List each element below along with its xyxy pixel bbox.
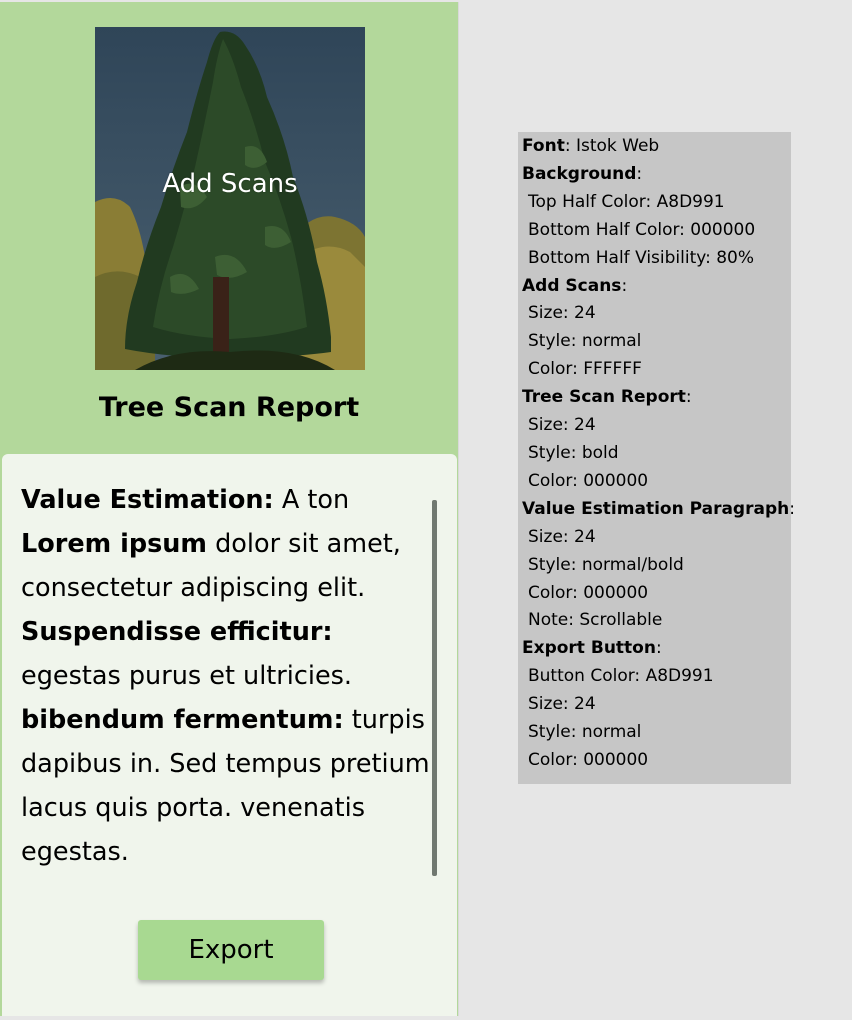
value-estimation-card: Value Estimation: A ton Lorem ipsum dolo… <box>2 454 457 1016</box>
spec-item: Color: FFFFFF <box>528 359 642 380</box>
spec-item: Bottom Half Visibility: 80% <box>528 247 754 268</box>
spec-tree-report-header: Tree Scan Report: <box>522 387 692 408</box>
bibendum-heading: bibendum fermentum: <box>21 705 344 735</box>
export-button[interactable]: Export <box>138 920 324 980</box>
spec-font-value: : Istok Web <box>564 136 660 156</box>
spec-item: Note: Scrollable <box>528 610 663 631</box>
value-estimation-heading: Value Estimation: <box>21 485 274 515</box>
spec-export-header: Export Button: <box>522 638 662 659</box>
spec-item: Style: normal <box>528 331 642 352</box>
app-screen: Add Scans Tree Scan Report Value Estimat… <box>0 2 459 1016</box>
value-estimation-paragraph: Value Estimation: A ton Lorem ipsum dolo… <box>21 478 431 874</box>
spec-item: Size: 24 <box>528 415 596 436</box>
spec-item: Bottom Half Color: 000000 <box>528 219 756 240</box>
spec-item: Size: 24 <box>528 694 596 715</box>
spec-export-key: Export Button <box>522 638 656 659</box>
spec-item: Color: 000000 <box>528 582 649 603</box>
page-title: Tree Scan Report <box>98 392 360 423</box>
spec-item: Color: 000000 <box>528 470 649 491</box>
suspendisse-text: egestas purus et ultricies. <box>21 661 353 691</box>
value-estimation-text: A ton <box>273 485 350 515</box>
scrollbar[interactable] <box>432 500 437 876</box>
spec-font-key: Font <box>522 136 565 156</box>
spec-item: Size: 24 <box>528 526 596 547</box>
style-spec-panel: Font: Istok Web Background: Top Half Col… <box>518 132 795 784</box>
add-scans-label[interactable]: Add Scans <box>95 169 365 199</box>
spec-item: Color: 000000 <box>528 749 649 770</box>
lorem-heading: Lorem ipsum <box>21 529 207 559</box>
spec-item: Style: bold <box>528 442 619 463</box>
spec-item: Button Color: A8D991 <box>528 666 714 687</box>
spec-add-scans-header: Add Scans: <box>522 275 628 296</box>
value-estimation-scroll-area[interactable]: Value Estimation: A ton Lorem ipsum dolo… <box>21 478 431 878</box>
spec-background-key: Background <box>522 163 637 184</box>
spec-item: Style: normal/bold <box>528 554 684 575</box>
spec-font-row: Font: Istok Web <box>522 133 791 161</box>
spec-item: Top Half Color: A8D991 <box>528 191 725 212</box>
spec-add-scans-key: Add Scans <box>522 275 622 296</box>
suspendisse-heading: Suspendisse efficitur: <box>21 617 333 647</box>
spec-item: Style: normal <box>528 722 642 743</box>
spec-tree-report-key: Tree Scan Report <box>522 387 686 408</box>
add-scans-image[interactable]: Add Scans <box>95 27 365 370</box>
spec-value-para-key: Value Estimation Paragraph <box>522 498 790 519</box>
spec-item: Size: 24 <box>528 303 596 324</box>
spec-background-header: Background: <box>522 163 643 184</box>
spec-value-para-header: Value Estimation Paragraph: <box>522 498 795 519</box>
